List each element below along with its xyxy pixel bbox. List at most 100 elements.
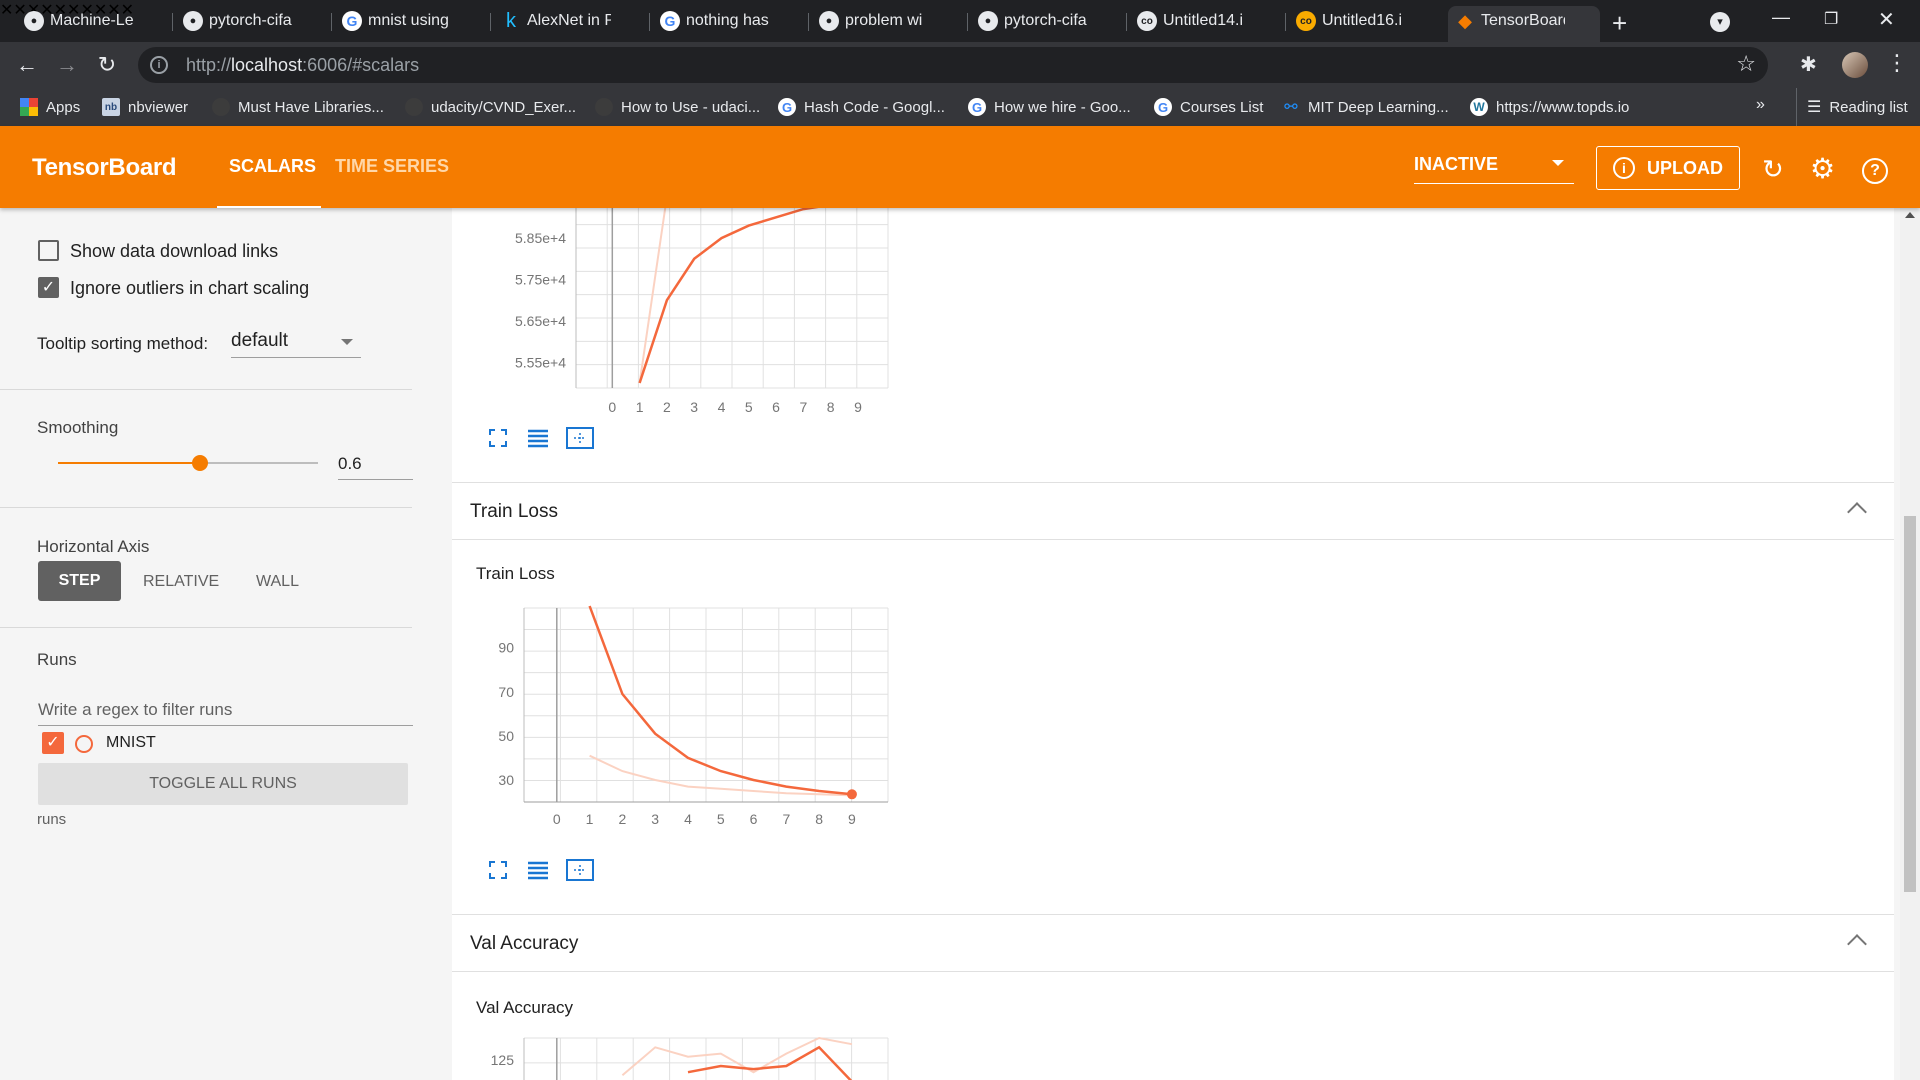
tab-scalars[interactable]: SCALARS xyxy=(229,156,316,177)
new-tab-button[interactable]: + xyxy=(1612,8,1627,39)
bookmark-item[interactable]: ● Must Have Libraries... xyxy=(212,88,384,126)
train-loss-chart[interactable]: 30 50 70 90 0 1 2 3 4 5 6 7 8 9 xyxy=(452,588,912,838)
tab-separator xyxy=(967,13,968,31)
colab-icon: co xyxy=(1296,11,1316,31)
data-table-icon[interactable] xyxy=(526,426,550,450)
browser-tab[interactable]: k AlexNet in P xyxy=(501,0,611,42)
bookmarks-bar: Apps nb nbviewer ● Must Have Libraries... ● ud… xyxy=(0,88,1920,126)
run-checkbox-mnist[interactable]: ✓ xyxy=(42,732,64,754)
close-window-icon[interactable]: ✕ xyxy=(1878,7,1895,32)
tab-time-series[interactable]: TIME SERIES xyxy=(335,156,449,177)
page-scrollbar[interactable] xyxy=(1900,208,1920,1080)
smoothing-slider[interactable] xyxy=(58,455,318,471)
bookmark-label: Hash Code - Googl... xyxy=(804,98,945,116)
reading-list-label: Reading list xyxy=(1829,98,1908,116)
train-loss-card-header[interactable]: Train Loss xyxy=(452,482,1894,540)
chevron-up-icon[interactable] xyxy=(1847,934,1867,954)
browser-tab-title: Untitled14.i xyxy=(1163,12,1244,29)
address-bar[interactable]: i http://localhost:6006/#scalars ☆ xyxy=(138,47,1768,83)
bookmark-item[interactable]: G How we hire - Goo... xyxy=(968,88,1131,126)
show-download-label: Show data download links xyxy=(70,241,279,261)
url-text[interactable]: http://localhost:6006/#scalars xyxy=(186,55,419,76)
browser-tab[interactable]: ● problem wi xyxy=(819,0,929,42)
chevron-up-icon[interactable] xyxy=(1847,502,1867,522)
reload-icon[interactable]: ↻ xyxy=(94,52,120,78)
fullscreen-icon[interactable] xyxy=(486,858,510,882)
extensions-icon[interactable]: ✱ xyxy=(1800,52,1817,77)
data-table-icon[interactable] xyxy=(526,858,550,882)
fit-domain-icon[interactable] xyxy=(566,426,594,450)
fit-domain-icon[interactable] xyxy=(566,858,594,882)
bookmark-item[interactable]: G Hash Code - Googl... xyxy=(778,88,945,126)
browser-tab[interactable]: ◆ TensorBoard xyxy=(1455,0,1565,42)
browser-tab[interactable]: Gmnist using xyxy=(342,0,452,42)
profile-avatar[interactable] xyxy=(1842,52,1868,78)
smoothing-slider-thumb[interactable] xyxy=(191,455,208,471)
github-icon: ● xyxy=(819,11,839,31)
axis-wall-button[interactable]: WALL xyxy=(256,573,299,591)
browser-tab[interactable]: ● Machine-Le xyxy=(24,0,134,42)
run-color-swatch[interactable] xyxy=(75,735,93,753)
chart-top-partial[interactable]: 5.55e+4 5.65e+4 5.75e+4 5.85e+4 0 1 2 3 4 5 6 7 8 9 xyxy=(452,208,912,420)
restore-icon[interactable]: ❐ xyxy=(1824,9,1838,29)
google-icon: G xyxy=(968,98,986,116)
fullscreen-icon[interactable] xyxy=(486,426,510,450)
bookmark-item[interactable]: nb nbviewer xyxy=(102,88,188,126)
horizontal-axis-label: Horizontal Axis xyxy=(37,537,150,556)
gear-icon[interactable]: ⚙ xyxy=(1810,155,1835,183)
bookmarks-overflow[interactable]: » xyxy=(1756,96,1765,114)
show-download-checkbox[interactable] xyxy=(38,240,59,261)
ignore-outliers-checkbox[interactable]: ✓ xyxy=(38,277,59,298)
x-tick-label: 2 xyxy=(663,399,671,415)
forward-icon[interactable]: → xyxy=(54,52,80,78)
site-info-icon[interactable]: i xyxy=(150,56,168,74)
toggle-all-runs-button[interactable]: TOGGLE ALL RUNS xyxy=(38,763,408,805)
bookmark-star-icon[interactable]: ☆ xyxy=(1736,51,1756,77)
axis-step-button[interactable]: STEP xyxy=(38,561,121,601)
browser-tab[interactable]: co Untitled14.i xyxy=(1137,0,1247,42)
val-accuracy-card-header[interactable]: Val Accuracy xyxy=(452,914,1894,972)
scrollbar-thumb[interactable] xyxy=(1904,516,1916,892)
browser-tab[interactable]: Gnothing has xyxy=(660,0,770,42)
browser-tab[interactable]: ● pytorch-cifa xyxy=(978,0,1088,42)
bookmark-item[interactable]: ● How to Use - udaci... xyxy=(595,88,760,126)
runs-filter-input[interactable]: Write a regex to filter runs xyxy=(38,686,413,726)
y-tick-label: 5.55e+4 xyxy=(515,354,566,370)
smoothing-label: Smoothing xyxy=(37,418,119,437)
refresh-icon[interactable]: ↻ xyxy=(1762,156,1784,182)
bookmark-item[interactable]: ⚯ MIT Deep Learning... xyxy=(1282,88,1448,126)
browser-tab[interactable]: ● pytorch-cifa xyxy=(183,0,293,42)
tab-search-icon[interactable]: ▾ xyxy=(1710,12,1730,32)
x-tick-label: 4 xyxy=(684,811,692,827)
bookmark-label: How we hire - Goo... xyxy=(994,98,1131,116)
back-icon[interactable]: ← xyxy=(14,52,40,78)
google-icon: G xyxy=(778,98,796,116)
minimize-icon[interactable]: — xyxy=(1772,7,1790,28)
smoothing-input[interactable]: 0.6 xyxy=(338,448,413,480)
bookmark-label: udacity/CVND_Exer... xyxy=(431,98,577,116)
smoothing-slider-fill xyxy=(58,462,200,464)
bookmark-item[interactable]: ● udacity/CVND_Exer... xyxy=(405,88,576,126)
bookmark-label: Must Have Libraries... xyxy=(238,98,384,116)
val-accuracy-chart[interactable]: 125 xyxy=(452,1022,912,1080)
scroll-up-arrow[interactable] xyxy=(1905,212,1915,218)
axis-relative-button[interactable]: RELATIVE xyxy=(143,573,219,591)
browser-tab[interactable]: co Untitled16.i xyxy=(1296,0,1406,42)
upload-button[interactable]: i UPLOAD xyxy=(1596,146,1740,190)
tooltip-sorting-value: default xyxy=(231,330,289,351)
close-tab-icon[interactable]: ✕ xyxy=(0,2,13,19)
help-icon[interactable]: ? xyxy=(1862,158,1888,184)
bookmark-item[interactable]: Apps xyxy=(20,88,80,126)
browser-menu-icon[interactable]: ⋮ xyxy=(1886,50,1908,76)
browser-tab-title: TensorBoard xyxy=(1481,12,1565,29)
browser-tab-title: AlexNet in P xyxy=(527,12,611,29)
bookmark-item[interactable]: G Courses List xyxy=(1154,88,1263,126)
url-host: localhost xyxy=(231,54,303,75)
bookmark-item[interactable]: Whttps://www.topds.io xyxy=(1470,88,1629,126)
train-loss-chart-title: Train Loss xyxy=(476,564,555,583)
tooltip-sorting-select[interactable]: default xyxy=(231,326,361,358)
bookmark-label: nbviewer xyxy=(128,98,189,116)
reading-list-button[interactable]: ☰ Reading list xyxy=(1796,88,1908,126)
y-tick-label: 30 xyxy=(498,772,514,788)
inactive-plugins-select[interactable]: INACTIVE xyxy=(1414,154,1574,184)
